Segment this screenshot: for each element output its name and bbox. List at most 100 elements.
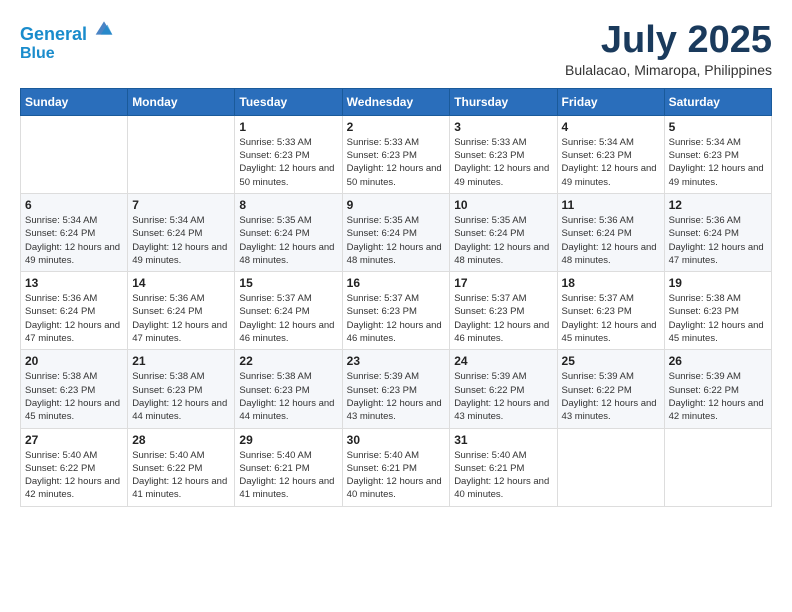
day-info: Sunrise: 5:38 AM Sunset: 6:23 PM Dayligh… (669, 292, 767, 345)
page-header: General Blue July 2025 Bulalacao, Mimaro… (20, 20, 772, 78)
calendar-cell: 28Sunrise: 5:40 AM Sunset: 6:22 PM Dayli… (128, 428, 235, 506)
calendar-cell: 25 Sunrise: 5:39 AM Sunset: 6:22 PM Dayli… (557, 350, 664, 428)
calendar-cell: 13 Sunrise: 5:36 AM Sunset: 6:24 PM Dayli… (21, 272, 128, 350)
day-number: 13 (25, 276, 123, 290)
day-number: 8 (239, 198, 337, 212)
calendar-cell: 15 Sunrise: 5:37 AM Sunset: 6:24 PM Dayli… (235, 272, 342, 350)
day-info: Sunrise: 5:37 AM Sunset: 6:24 PM Dayligh… (239, 292, 337, 345)
day-number: 2 (347, 120, 446, 134)
day-number: 31 (454, 433, 552, 447)
month-title: July 2025 (565, 20, 772, 62)
day-number: 4 (562, 120, 660, 134)
day-info: Sunrise: 5:34 AM Sunset: 6:24 PM Dayligh… (132, 214, 230, 267)
calendar-cell: 18Sunrise: 5:37 AM Sunset: 6:23 PM Dayli… (557, 272, 664, 350)
calendar-week-row: 1Sunrise: 5:33 AM Sunset: 6:23 PM Daylig… (21, 115, 772, 193)
calendar-cell: 20 Sunrise: 5:38 AM Sunset: 6:23 PM Dayli… (21, 350, 128, 428)
day-of-week-header: Monday (128, 88, 235, 115)
calendar-cell: 7Sunrise: 5:34 AM Sunset: 6:24 PM Daylig… (128, 193, 235, 271)
logo-text: General (20, 20, 114, 45)
calendar-week-row: 27 Sunrise: 5:40 AM Sunset: 6:22 PM Dayli… (21, 428, 772, 506)
logo: General Blue (20, 20, 114, 62)
calendar-cell: 14 Sunrise: 5:36 AM Sunset: 6:24 PM Dayli… (128, 272, 235, 350)
calendar-cell (557, 428, 664, 506)
day-number: 21 (132, 354, 230, 368)
calendar-cell: 29Sunrise: 5:40 AM Sunset: 6:21 PM Dayli… (235, 428, 342, 506)
day-number: 16 (347, 276, 446, 290)
day-number: 30 (347, 433, 446, 447)
day-info: Sunrise: 5:36 AM Sunset: 6:24 PM Dayligh… (669, 214, 767, 267)
day-info: Sunrise: 5:34 AM Sunset: 6:24 PM Dayligh… (25, 214, 123, 267)
calendar-cell: 11Sunrise: 5:36 AM Sunset: 6:24 PM Dayli… (557, 193, 664, 271)
day-info: Sunrise: 5:40 AM Sunset: 6:21 PM Dayligh… (239, 449, 337, 502)
calendar-cell (21, 115, 128, 193)
calendar-cell: 31 Sunrise: 5:40 AM Sunset: 6:21 PM Dayli… (450, 428, 557, 506)
day-info: Sunrise: 5:33 AM Sunset: 6:23 PM Dayligh… (239, 136, 337, 189)
calendar-cell: 19Sunrise: 5:38 AM Sunset: 6:23 PM Dayli… (664, 272, 771, 350)
day-info: Sunrise: 5:36 AM Sunset: 6:24 PM Dayligh… (562, 214, 660, 267)
calendar-table: SundayMondayTuesdayWednesdayThursdayFrid… (20, 88, 772, 507)
calendar-cell: 27 Sunrise: 5:40 AM Sunset: 6:22 PM Dayli… (21, 428, 128, 506)
day-number: 20 (25, 354, 123, 368)
day-number: 23 (347, 354, 446, 368)
day-info: Sunrise: 5:34 AM Sunset: 6:23 PM Dayligh… (669, 136, 767, 189)
day-of-week-header: Tuesday (235, 88, 342, 115)
day-info: Sunrise: 5:40 AM Sunset: 6:22 PM Dayligh… (25, 449, 123, 502)
day-info: Sunrise: 5:36 AM Sunset: 6:24 PM Dayligh… (25, 292, 123, 345)
day-info: Sunrise: 5:39 AM Sunset: 6:22 PM Dayligh… (669, 370, 767, 423)
calendar-cell: 16 Sunrise: 5:37 AM Sunset: 6:23 PM Dayli… (342, 272, 450, 350)
day-number: 25 (562, 354, 660, 368)
logo-text-blue: Blue (20, 45, 114, 63)
calendar-cell: 12Sunrise: 5:36 AM Sunset: 6:24 PM Dayli… (664, 193, 771, 271)
day-info: Sunrise: 5:35 AM Sunset: 6:24 PM Dayligh… (347, 214, 446, 267)
day-info: Sunrise: 5:40 AM Sunset: 6:21 PM Dayligh… (454, 449, 552, 502)
calendar-cell: 6Sunrise: 5:34 AM Sunset: 6:24 PM Daylig… (21, 193, 128, 271)
day-of-week-header: Saturday (664, 88, 771, 115)
day-info: Sunrise: 5:38 AM Sunset: 6:23 PM Dayligh… (25, 370, 123, 423)
day-info: Sunrise: 5:38 AM Sunset: 6:23 PM Dayligh… (239, 370, 337, 423)
calendar-cell: 3 Sunrise: 5:33 AM Sunset: 6:23 PM Daylig… (450, 115, 557, 193)
logo-icon (94, 18, 114, 38)
calendar-cell: 21Sunrise: 5:38 AM Sunset: 6:23 PM Dayli… (128, 350, 235, 428)
day-info: Sunrise: 5:35 AM Sunset: 6:24 PM Dayligh… (454, 214, 552, 267)
day-number: 27 (25, 433, 123, 447)
day-info: Sunrise: 5:39 AM Sunset: 6:22 PM Dayligh… (454, 370, 552, 423)
day-of-week-header: Wednesday (342, 88, 450, 115)
calendar-header-row: SundayMondayTuesdayWednesdayThursdayFrid… (21, 88, 772, 115)
calendar-cell: 30Sunrise: 5:40 AM Sunset: 6:21 PM Dayli… (342, 428, 450, 506)
title-block: July 2025 Bulalacao, Mimaropa, Philippin… (565, 20, 772, 78)
calendar-cell: 1Sunrise: 5:33 AM Sunset: 6:23 PM Daylig… (235, 115, 342, 193)
day-number: 3 (454, 120, 552, 134)
calendar-cell (128, 115, 235, 193)
day-number: 18 (562, 276, 660, 290)
calendar-cell: 8Sunrise: 5:35 AM Sunset: 6:24 PM Daylig… (235, 193, 342, 271)
day-of-week-header: Thursday (450, 88, 557, 115)
calendar-cell: 26 Sunrise: 5:39 AM Sunset: 6:22 PM Dayli… (664, 350, 771, 428)
day-info: Sunrise: 5:39 AM Sunset: 6:23 PM Dayligh… (347, 370, 446, 423)
day-number: 9 (347, 198, 446, 212)
calendar-cell: 2 Sunrise: 5:33 AM Sunset: 6:23 PM Daylig… (342, 115, 450, 193)
day-info: Sunrise: 5:37 AM Sunset: 6:23 PM Dayligh… (454, 292, 552, 345)
day-number: 10 (454, 198, 552, 212)
day-number: 5 (669, 120, 767, 134)
day-info: Sunrise: 5:40 AM Sunset: 6:22 PM Dayligh… (132, 449, 230, 502)
day-number: 22 (239, 354, 337, 368)
day-info: Sunrise: 5:33 AM Sunset: 6:23 PM Dayligh… (347, 136, 446, 189)
day-number: 26 (669, 354, 767, 368)
calendar-week-row: 20 Sunrise: 5:38 AM Sunset: 6:23 PM Dayli… (21, 350, 772, 428)
day-number: 14 (132, 276, 230, 290)
day-number: 17 (454, 276, 552, 290)
day-of-week-header: Friday (557, 88, 664, 115)
location: Bulalacao, Mimaropa, Philippines (565, 62, 772, 78)
day-info: Sunrise: 5:36 AM Sunset: 6:24 PM Dayligh… (132, 292, 230, 345)
calendar-cell: 23 Sunrise: 5:39 AM Sunset: 6:23 PM Dayli… (342, 350, 450, 428)
calendar-cell: 9 Sunrise: 5:35 AM Sunset: 6:24 PM Daylig… (342, 193, 450, 271)
day-number: 15 (239, 276, 337, 290)
day-info: Sunrise: 5:33 AM Sunset: 6:23 PM Dayligh… (454, 136, 552, 189)
day-info: Sunrise: 5:39 AM Sunset: 6:22 PM Dayligh… (562, 370, 660, 423)
day-number: 24 (454, 354, 552, 368)
calendar-cell: 17 Sunrise: 5:37 AM Sunset: 6:23 PM Dayli… (450, 272, 557, 350)
day-info: Sunrise: 5:37 AM Sunset: 6:23 PM Dayligh… (347, 292, 446, 345)
calendar-cell: 5 Sunrise: 5:34 AM Sunset: 6:23 PM Daylig… (664, 115, 771, 193)
day-info: Sunrise: 5:34 AM Sunset: 6:23 PM Dayligh… (562, 136, 660, 189)
calendar-cell: 22 Sunrise: 5:38 AM Sunset: 6:23 PM Dayli… (235, 350, 342, 428)
